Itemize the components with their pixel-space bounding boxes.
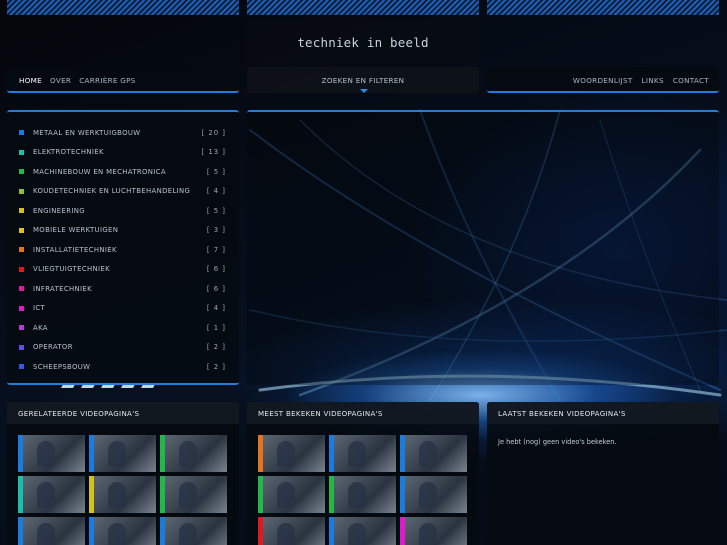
category-color-icon	[19, 305, 24, 311]
category-count: [ 3 ]	[206, 226, 226, 235]
video-thumbnail[interactable]	[160, 435, 227, 472]
most-viewed-grid	[258, 435, 467, 545]
category-label: MACHINEBOUW EN MECHATRONICA	[33, 167, 166, 176]
header-stripe-mid	[247, 0, 479, 15]
category-item[interactable]: AKA [ 1 ]	[7, 318, 239, 338]
search-filter-label: ZOEKEN EN FILTEREN	[321, 75, 405, 85]
category-color-icon	[19, 208, 24, 214]
category-item[interactable]: ENGINEERING [ 5 ]	[7, 201, 239, 221]
site-logo[interactable]: techniek in beeld	[247, 20, 479, 65]
category-color-icon	[19, 364, 24, 370]
category-item[interactable]: ICT [ 4 ]	[7, 299, 239, 319]
related-videos-panel: GERELATEERDE VIDEOPAGINA'S	[7, 402, 239, 545]
category-list: METAAL EN WERKTUIGBOUW [ 20 ] ELEKTROTECHN…	[7, 110, 239, 385]
related-videos-title: GERELATEERDE VIDEOPAGINA'S	[7, 402, 239, 424]
category-label: OPERATOR	[33, 343, 73, 352]
category-label: ELEKTROTECHNIEK	[33, 148, 104, 157]
video-thumbnail[interactable]	[258, 517, 325, 545]
chevron-down-icon[interactable]	[360, 89, 368, 93]
nav-carriere-gps[interactable]: CARRIÈRE GPS	[79, 76, 135, 85]
category-count: [ 20 ]	[201, 128, 226, 137]
video-thumbnail[interactable]	[329, 476, 396, 513]
category-color-icon	[19, 344, 24, 350]
video-thumbnail[interactable]	[18, 476, 85, 513]
category-count: [ 6 ]	[206, 284, 226, 293]
video-thumbnail[interactable]	[89, 517, 156, 545]
nav-woordenlijst[interactable]: WOORDENLIJST	[573, 76, 633, 85]
category-count: [ 13 ]	[201, 148, 226, 157]
category-item[interactable]: SCHEEPSBOUW [ 2 ]	[7, 357, 239, 377]
nav-links[interactable]: LINKS	[642, 76, 664, 85]
category-color-icon	[19, 188, 24, 194]
last-viewed-empty-message: Je hebt (nog) geen video's bekeken.	[498, 438, 617, 446]
video-thumbnail[interactable]	[258, 435, 325, 472]
category-item[interactable]: METAAL EN WERKTUIGBOUW [ 20 ]	[7, 123, 239, 143]
category-count: [ 1 ]	[206, 323, 226, 332]
last-viewed-panel: LAATST BEKEKEN VIDEOPAGINA'S Je hebt (no…	[487, 402, 719, 545]
category-item[interactable]: VLIEGTUIGTECHNIEK [ 6 ]	[7, 260, 239, 280]
video-thumbnail[interactable]	[329, 435, 396, 472]
category-label: INFRATECHNIEK	[33, 284, 93, 293]
category-item[interactable]: MACHINEBOUW EN MECHATRONICA [ 5 ]	[7, 162, 239, 182]
most-viewed-title: MEEST BEKEKEN VIDEOPAGINA'S	[247, 402, 479, 424]
nav-contact[interactable]: CONTACT	[673, 76, 709, 85]
header-stripe-left	[7, 0, 239, 15]
category-label: METAAL EN WERKTUIGBOUW	[33, 128, 141, 137]
category-item[interactable]: INSTALLATIETECHNIEK [ 7 ]	[7, 240, 239, 260]
related-videos-grid	[18, 435, 227, 545]
category-count: [ 2 ]	[206, 343, 226, 352]
category-label: AKA	[33, 323, 48, 332]
category-label: INSTALLATIETECHNIEK	[33, 245, 117, 254]
category-label: VLIEGTUIGTECHNIEK	[33, 265, 110, 274]
video-thumbnail[interactable]	[18, 517, 85, 545]
video-thumbnail[interactable]	[89, 435, 156, 472]
category-label: SCHEEPSBOUW	[33, 362, 91, 371]
category-label: ICT	[33, 304, 46, 313]
hero-visual-panel	[247, 110, 719, 385]
most-viewed-panel: MEEST BEKEKEN VIDEOPAGINA'S	[247, 402, 479, 545]
header-stripe-right	[487, 0, 719, 15]
category-item[interactable]: KOUDETECHNIEK EN LUCHTBEHANDELING [ 4 ]	[7, 182, 239, 202]
video-thumbnail[interactable]	[400, 435, 467, 472]
category-count: [ 7 ]	[206, 245, 226, 254]
category-color-icon	[19, 286, 24, 292]
category-count: [ 6 ]	[206, 265, 226, 274]
main-nav-right: WOORDENLIJST LINKS CONTACT	[487, 67, 719, 93]
category-item[interactable]: OPERATOR [ 2 ]	[7, 338, 239, 358]
category-item[interactable]: MOBIELE WERKTUIGEN [ 3 ]	[7, 221, 239, 241]
category-label: ENGINEERING	[33, 206, 85, 215]
video-thumbnail[interactable]	[258, 476, 325, 513]
video-thumbnail[interactable]	[400, 476, 467, 513]
category-item[interactable]: ELEKTROTECHNIEK [ 13 ]	[7, 143, 239, 163]
video-thumbnail[interactable]	[18, 435, 85, 472]
video-thumbnail[interactable]	[89, 476, 156, 513]
category-color-icon	[19, 247, 24, 253]
category-color-icon	[19, 130, 24, 136]
nav-over[interactable]: OVER	[50, 76, 71, 85]
nav-home[interactable]: HOME	[19, 76, 42, 85]
category-item[interactable]: INFRATECHNIEK [ 6 ]	[7, 279, 239, 299]
category-count: [ 4 ]	[206, 187, 226, 196]
video-thumbnail[interactable]	[160, 476, 227, 513]
category-color-icon	[19, 325, 24, 331]
category-label: KOUDETECHNIEK EN LUCHTBEHANDELING	[33, 187, 191, 196]
category-color-icon	[19, 149, 24, 155]
category-count: [ 5 ]	[206, 206, 226, 215]
category-color-icon	[19, 227, 24, 233]
category-color-icon	[19, 266, 24, 272]
last-viewed-title: LAATST BEKEKEN VIDEOPAGINA'S	[487, 402, 719, 424]
video-thumbnail[interactable]	[329, 517, 396, 545]
category-color-icon	[19, 169, 24, 175]
category-count: [ 5 ]	[206, 167, 226, 176]
category-count: [ 4 ]	[206, 304, 226, 313]
video-thumbnail[interactable]	[400, 517, 467, 545]
main-nav-left: HOME OVER CARRIÈRE GPS	[7, 67, 239, 93]
category-count: [ 2 ]	[206, 362, 226, 371]
video-thumbnail[interactable]	[160, 517, 227, 545]
category-label: MOBIELE WERKTUIGEN	[33, 226, 119, 235]
